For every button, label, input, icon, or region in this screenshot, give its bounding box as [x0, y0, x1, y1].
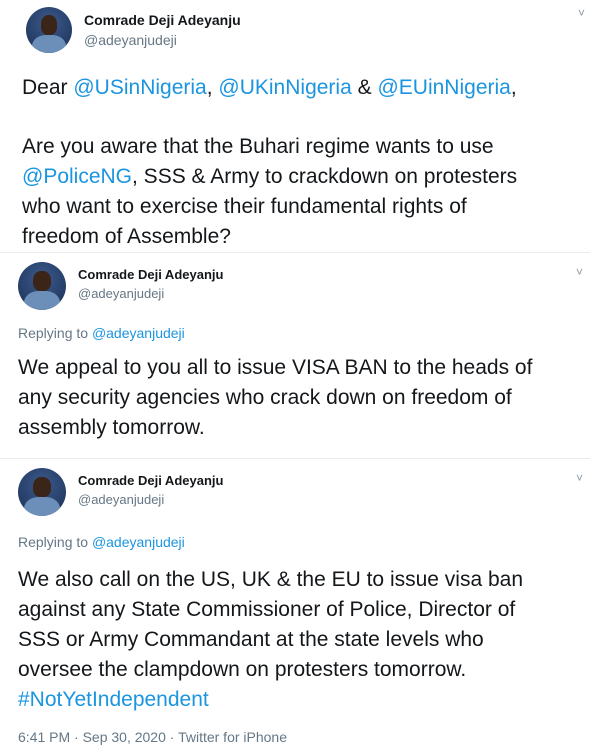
tweet-text-line: We appeal to you all to issue VISA BAN t… [18, 356, 533, 379]
replying-to-link[interactable]: @adeyanjudeji [92, 534, 185, 550]
chevron-down-icon[interactable]: ˅ [578, 6, 585, 20]
tweet-card-1: Comrade Deji Adeyanju @adeyanjudeji ˅ De… [0, 0, 590, 252]
author-handle[interactable]: @adeyanjudeji [78, 492, 164, 507]
chevron-down-icon[interactable]: ˅ [576, 471, 583, 485]
author-handle[interactable]: @adeyanjudeji [84, 32, 177, 48]
avatar[interactable] [26, 7, 72, 53]
author-handle[interactable]: @adeyanjudeji [78, 286, 164, 301]
tweet-text-line: against any State Commissioner of Police… [18, 598, 516, 621]
text-suffix: , [510, 76, 517, 99]
replying-to: Replying to @adeyanjudeji [18, 534, 185, 550]
tweet-timestamp[interactable]: 6:41 PM · Sep 30, 2020 · Twitter for iPh… [18, 729, 287, 745]
tweet-text-line: Dear @USinNigeria, @UKinNigeria & @EUinN… [22, 73, 517, 103]
author-name[interactable]: Comrade Deji Adeyanju [78, 267, 223, 282]
tweet-text-line: SSS or Army Commandant at the state leve… [18, 628, 484, 651]
tweet-text-line: Are you aware that the Buhari regime wan… [22, 135, 494, 158]
avatar-face [33, 270, 51, 291]
tweet-text-line: who want to exercise their fundamental r… [22, 195, 467, 218]
text-separator: , [206, 76, 219, 99]
mention-link[interactable]: @USinNigeria [73, 76, 206, 99]
tweet-text-line: oversee the clampdown on protesters tomo… [18, 658, 467, 681]
mention-link[interactable]: @UKinNigeria [218, 76, 351, 99]
avatar-face [40, 15, 58, 35]
mention-link[interactable]: @EUinNigeria [377, 76, 510, 99]
avatar[interactable] [18, 262, 66, 310]
author-name[interactable]: Comrade Deji Adeyanju [84, 12, 241, 28]
replying-prefix: Replying to [18, 534, 92, 550]
mention-link[interactable]: @PoliceNG [22, 165, 132, 188]
author-name[interactable]: Comrade Deji Adeyanju [78, 473, 223, 488]
hashtag-link[interactable]: #NotYetIndependent [18, 685, 209, 715]
text-prefix: Dear [22, 76, 74, 99]
tweet-text-line: @PoliceNG, SSS & Army to crackdown on pr… [22, 162, 517, 192]
avatar[interactable] [18, 468, 66, 516]
avatar-body [31, 34, 67, 53]
replying-to: Replying to @adeyanjudeji [18, 325, 185, 341]
text-separator: & [351, 76, 378, 99]
replying-prefix: Replying to [18, 325, 92, 341]
tweet-card-3: Comrade Deji Adeyanju @adeyanjudeji ˅ Re… [0, 458, 590, 750]
avatar-body [23, 290, 61, 310]
tweet-text-line: any security agencies who crack down on … [18, 386, 512, 409]
chevron-down-icon[interactable]: ˅ [576, 265, 583, 279]
tweet-text-line: assembly tomorrow. [18, 416, 205, 439]
avatar-body [23, 496, 61, 516]
avatar-face [33, 476, 51, 497]
tweet-text-line: freedom of Assemble? [22, 225, 231, 248]
tweet-text-line: We also call on the US, UK & the EU to i… [18, 568, 524, 591]
tweet-card-2: Comrade Deji Adeyanju @adeyanjudeji ˅ Re… [0, 252, 590, 459]
replying-to-link[interactable]: @adeyanjudeji [92, 325, 185, 341]
text-rest: , SSS & Army to crackdown on protesters [132, 165, 518, 188]
